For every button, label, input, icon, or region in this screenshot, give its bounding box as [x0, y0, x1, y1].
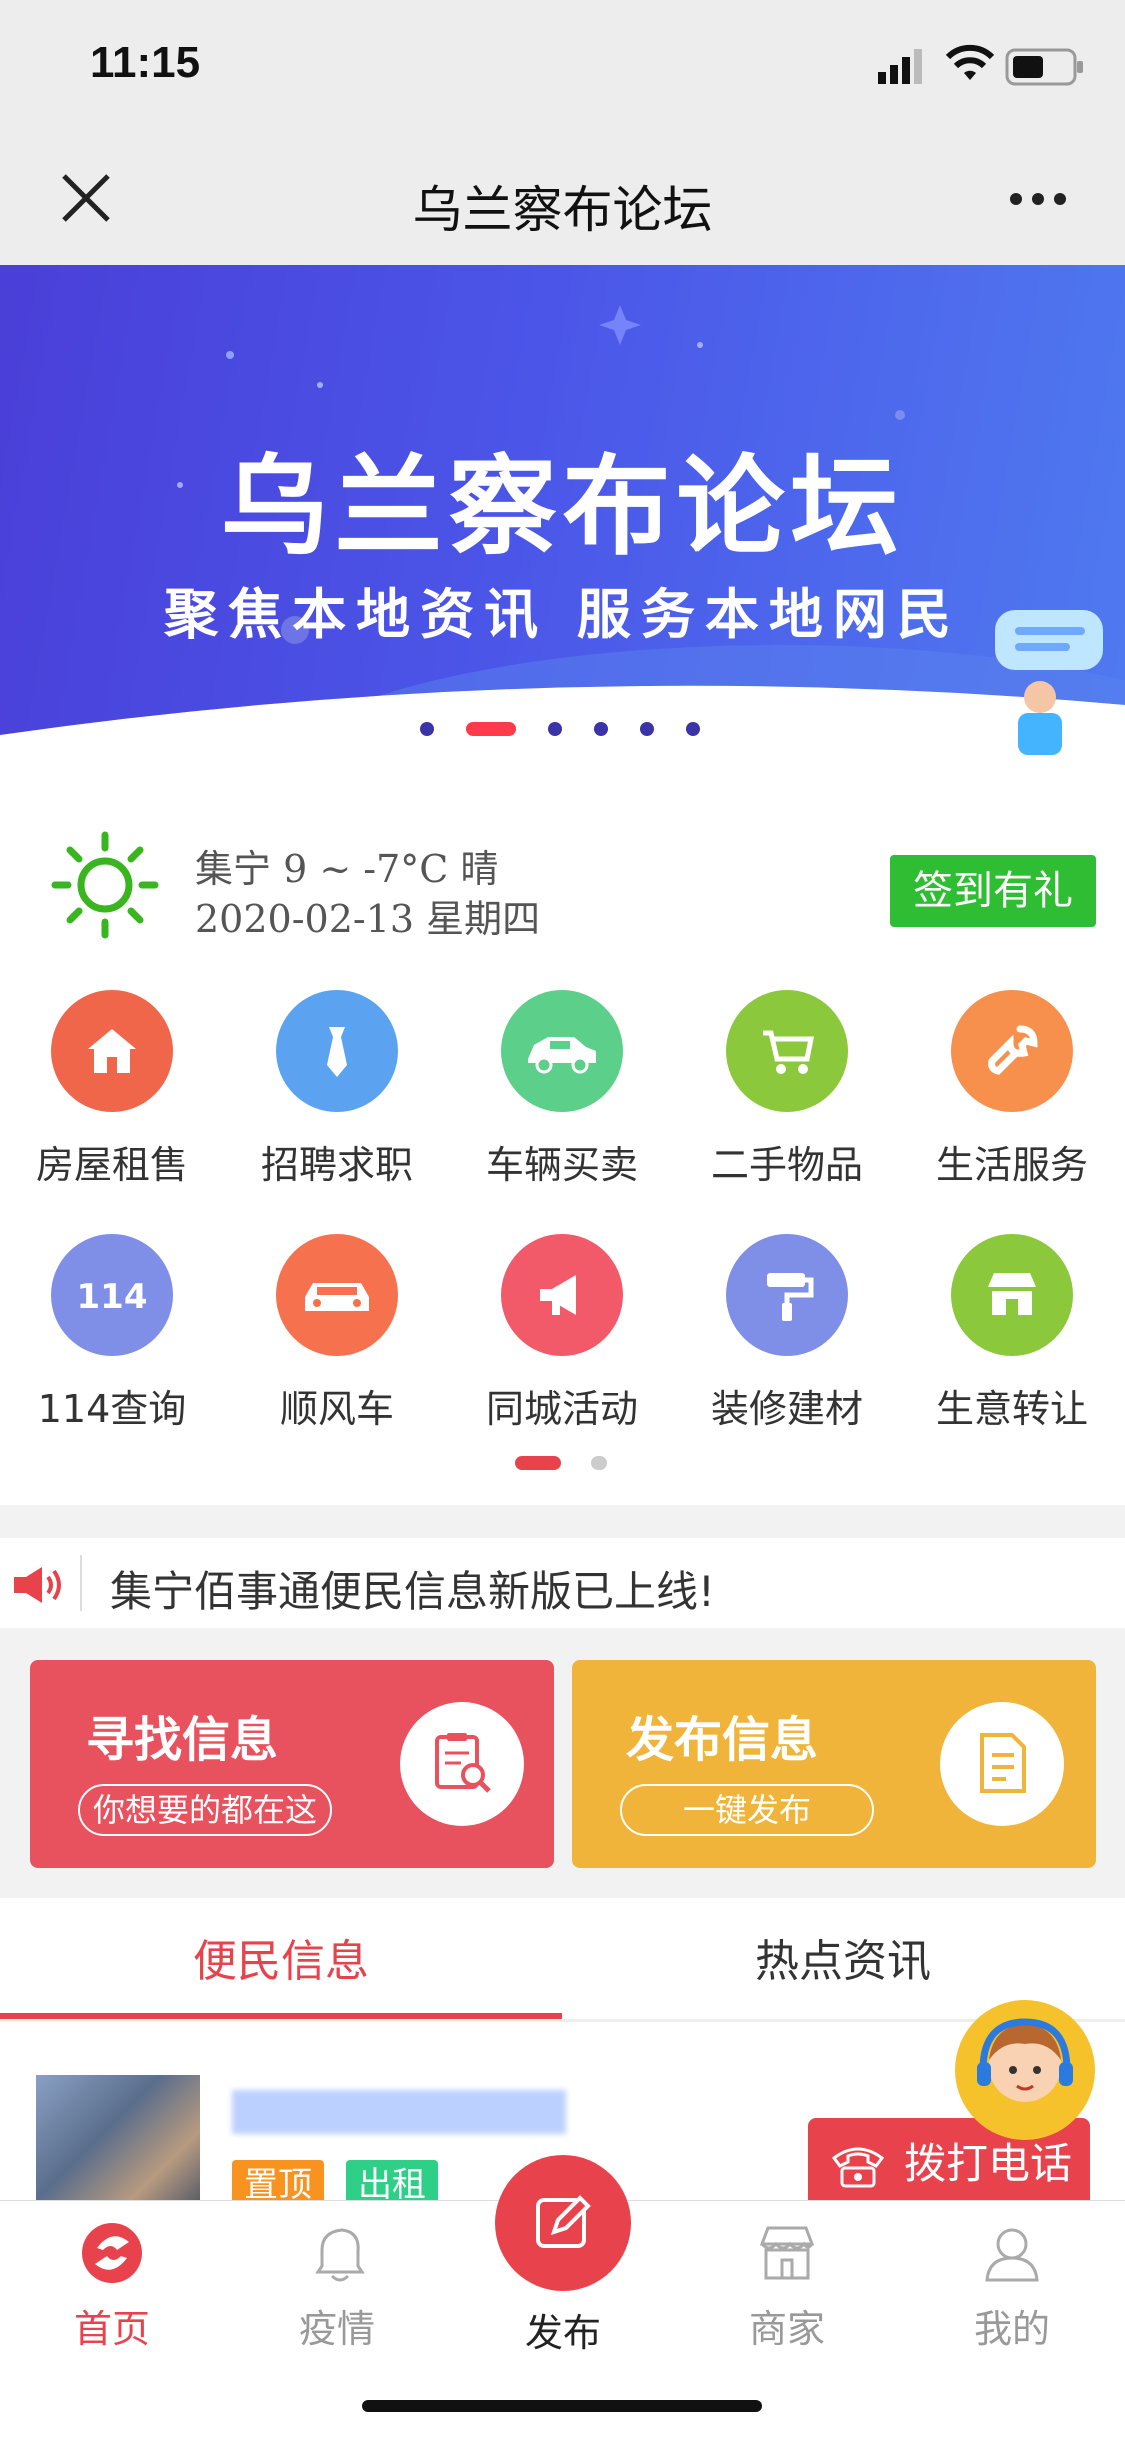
- grid-dot: [591, 1455, 607, 1470]
- category-label: 顺风车: [279, 1387, 394, 1431]
- nav-merchants[interactable]: 商家: [697, 2218, 877, 2353]
- store-icon: [759, 2226, 815, 2280]
- document-icon: [940, 1702, 1064, 1826]
- listing-title-blurred[interactable]: [232, 2090, 566, 2134]
- signal-icon: [878, 48, 932, 88]
- home-logo-icon: [82, 2223, 142, 2283]
- paint-roller-icon: [726, 1234, 848, 1356]
- cart-icon: [726, 990, 848, 1112]
- grid-pagination: [515, 1452, 607, 1471]
- nav-profile[interactable]: 我的: [922, 2218, 1102, 2353]
- nav-merchants-label: 商家: [748, 2307, 825, 2351]
- category-label: 同城活动: [485, 1387, 638, 1431]
- shop-icon: [951, 1234, 1073, 1356]
- category-item[interactable]: 装修建材: [697, 1234, 877, 1433]
- car-icon: [501, 990, 623, 1112]
- notice-divider: [80, 1555, 82, 1611]
- house-icon: [51, 990, 173, 1112]
- banner-dot: [640, 721, 654, 736]
- category-item[interactable]: 生意转让: [922, 1234, 1102, 1433]
- edit-icon: [536, 2195, 591, 2248]
- nav-epidemic-label: 疫情: [298, 2307, 375, 2351]
- find-info-card[interactable]: 寻找信息 你想要的都在这: [30, 1660, 554, 1868]
- banner-dot-active: [466, 721, 516, 736]
- banner-dot: [594, 721, 608, 736]
- bell-icon: [315, 2228, 365, 2282]
- category-item[interactable]: 同城活动: [472, 1234, 652, 1433]
- category-label: 车辆买卖: [485, 1143, 638, 1187]
- weather-summary: 集宁 9 ~ -7°C 晴: [195, 847, 499, 891]
- battery-icon: [1005, 48, 1085, 90]
- category-item[interactable]: 车辆买卖: [472, 990, 652, 1189]
- nav-home-label: 首页: [73, 2307, 150, 2351]
- publish-button[interactable]: [495, 2155, 631, 2291]
- category-label: 招聘求职: [260, 1143, 413, 1187]
- megaphone-icon: [501, 1234, 623, 1356]
- find-info-pill: 你想要的都在这: [78, 1784, 332, 1836]
- notice-text: 集宁佰事通便民信息新版已上线!: [110, 1567, 715, 1616]
- category-label: 二手物品: [710, 1143, 863, 1187]
- wifi-icon: [945, 44, 995, 88]
- tie-icon: [276, 990, 398, 1112]
- category-item[interactable]: 房屋租售: [22, 990, 202, 1189]
- home-indicator: [362, 2400, 762, 2412]
- nav-publish-label[interactable]: 发布: [495, 2302, 631, 2357]
- 114-icon: 114: [51, 1234, 173, 1356]
- banner-dot: [548, 721, 562, 736]
- wrench-icon: [951, 990, 1073, 1112]
- phone-icon: [831, 2147, 885, 2188]
- publish-info-card[interactable]: 发布信息 一键发布: [572, 1660, 1096, 1868]
- banner-dot: [686, 721, 700, 736]
- user-icon: [985, 2228, 1039, 2282]
- customer-service-icon[interactable]: [955, 2000, 1095, 2140]
- category-label: 114查询: [37, 1387, 187, 1431]
- category-label: 装修建材: [710, 1387, 863, 1431]
- banner-dot: [420, 721, 434, 736]
- weather-date: 2020-02-13 星期四: [195, 897, 541, 941]
- category-item[interactable]: 生活服务: [922, 990, 1102, 1189]
- category-item[interactable]: 114 114查询: [22, 1234, 202, 1433]
- banner-pagination: [420, 718, 732, 737]
- page-title: 乌兰察布论坛: [412, 181, 713, 239]
- banner-title: 乌兰察布论坛: [220, 445, 905, 570]
- more-icon[interactable]: [1010, 190, 1076, 209]
- sun-icon: [50, 830, 160, 940]
- tab-hot-news[interactable]: 热点资讯: [562, 1925, 1124, 1989]
- category-item[interactable]: 顺风车: [247, 1234, 427, 1433]
- banner-subtitle: 聚焦本地资讯 服务本地网民: [164, 583, 961, 646]
- category-label: 房屋租售: [35, 1143, 188, 1187]
- tab-convenience-info[interactable]: 便民信息: [0, 1925, 562, 1989]
- grid-dot-active: [515, 1455, 561, 1470]
- nav-home[interactable]: 首页: [22, 2218, 202, 2353]
- nav-epidemic[interactable]: 疫情: [247, 2218, 427, 2353]
- find-info-title: 寻找信息: [86, 1712, 279, 1768]
- publish-info-pill: 一键发布: [620, 1784, 874, 1836]
- category-item[interactable]: 二手物品: [697, 990, 877, 1189]
- status-time: 11:15: [90, 38, 201, 87]
- publish-info-title: 发布信息: [626, 1712, 819, 1768]
- category-label: 生意转让: [935, 1387, 1088, 1431]
- nav-profile-label: 我的: [973, 2307, 1050, 2351]
- svg-text:114: 114: [77, 1277, 148, 1317]
- search-doc-icon: [400, 1702, 524, 1826]
- carpool-icon: [276, 1234, 398, 1356]
- speaker-icon: [12, 1565, 64, 1609]
- category-label: 生活服务: [935, 1143, 1088, 1187]
- signin-button[interactable]: 签到有礼: [890, 855, 1096, 927]
- category-item[interactable]: 招聘求职: [247, 990, 427, 1189]
